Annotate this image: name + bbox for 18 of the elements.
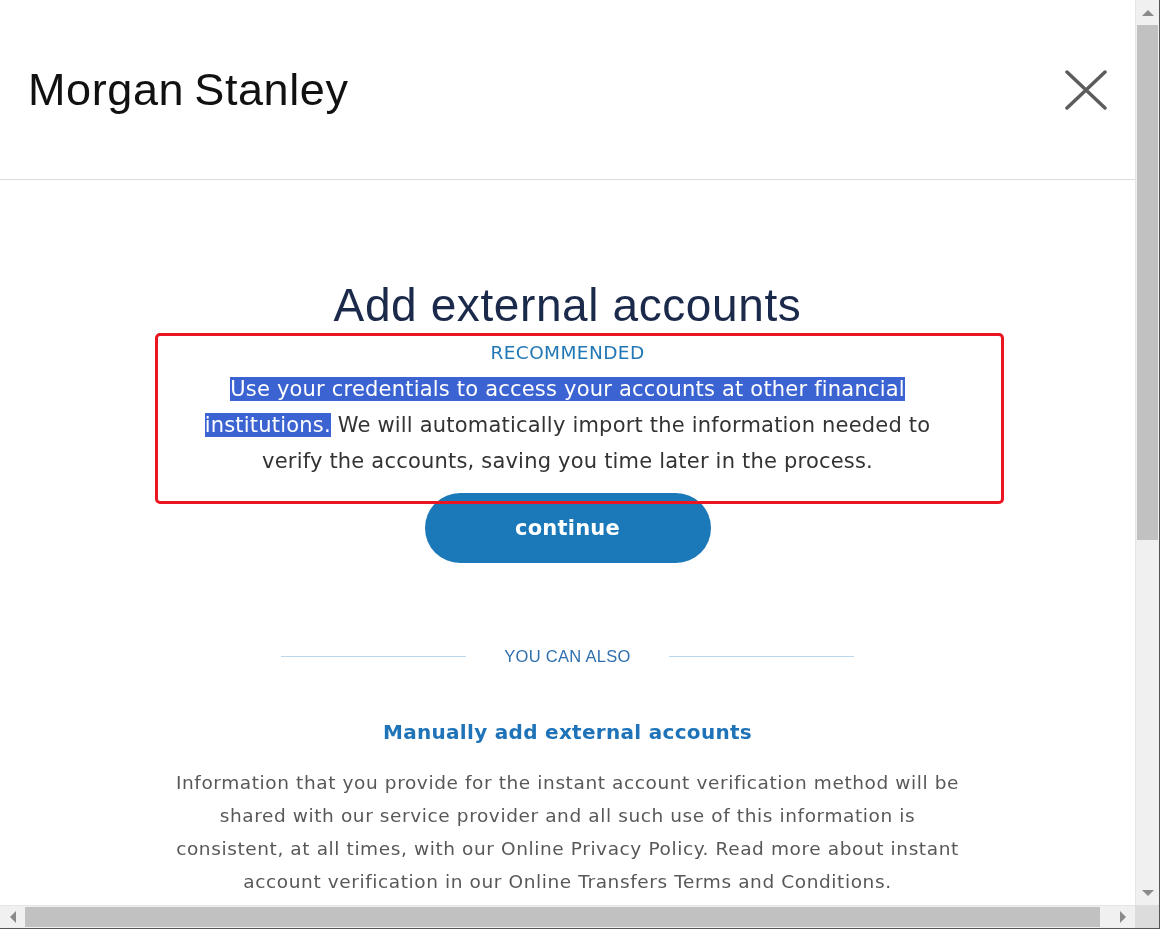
scrollbar-thumb[interactable] (25, 907, 1100, 927)
page-title: Add external accounts (333, 278, 802, 333)
scroll-up-icon[interactable] (1141, 7, 1154, 18)
recommended-description: Use your credentials to access your accounts at other financial institutions. We will automatically import the information needed to verify the accounts, saving you time later in the process. (203, 376, 932, 475)
scrollbar-corner (1135, 905, 1160, 929)
continue-button[interactable]: continue (424, 493, 711, 563)
scroll-right-icon[interactable] (1117, 911, 1128, 923)
divider-label: YOU CAN ALSO (504, 646, 631, 666)
vertical-scrollbar[interactable] (1135, 0, 1160, 905)
manual-add-link[interactable]: Manually add external accounts (382, 718, 753, 746)
close-icon (1065, 69, 1107, 110)
close-button[interactable] (1065, 69, 1107, 110)
scrollbar-thumb[interactable] (1137, 25, 1158, 540)
scroll-down-icon[interactable] (1141, 887, 1154, 898)
horizontal-scrollbar[interactable] (0, 905, 1135, 929)
recommended-label: RECOMMENDED (490, 341, 645, 365)
company-logo: Morgan Stanley (28, 62, 349, 117)
info-paragraph: Information that you provide for the instant account verification method will be shared with our service provider and all such use of this information is consistent, at all times, with our Online Privacy Policy. Read more about instant account verification in our Online Transfers Terms and Conditions. (174, 771, 961, 894)
